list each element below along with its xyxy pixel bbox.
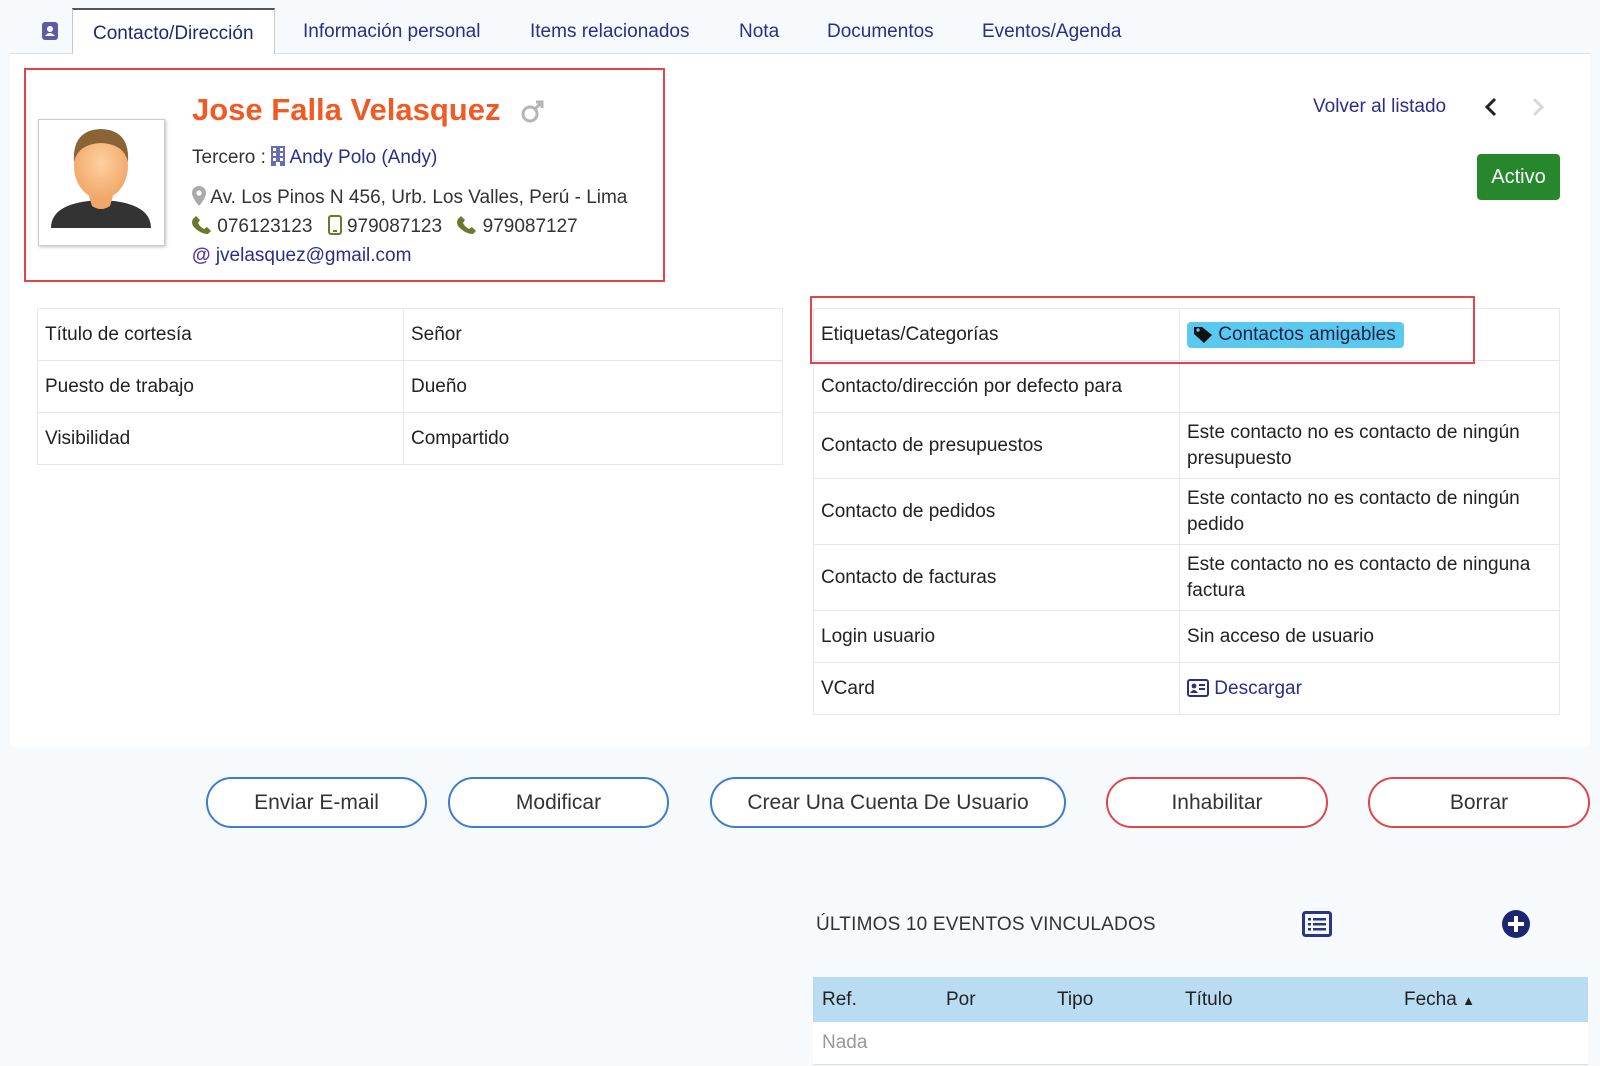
chevron-right-icon[interactable]	[1527, 96, 1547, 118]
email-link[interactable]: jvelasquez@gmail.com	[216, 245, 412, 266]
field-label: Login usuario	[813, 610, 1180, 663]
vcard-download-link[interactable]: Descargar	[1214, 678, 1302, 699]
map-marker-icon	[192, 186, 206, 206]
column-header-date[interactable]: Fecha ▲	[1395, 977, 1588, 1022]
at-icon: @	[192, 245, 211, 266]
tab-note[interactable]: Nota	[719, 8, 799, 54]
field-label: Puesto de trabajo	[37, 360, 404, 413]
tab-events-agenda[interactable]: Eventos/Agenda	[962, 8, 1141, 54]
contact-fields-table: Título de cortesía Señor Puesto de traba…	[37, 308, 783, 465]
person-silhouette-icon	[51, 129, 151, 228]
field-value: Este contacto no es contacto de ninguna …	[1179, 544, 1560, 611]
male-icon	[521, 100, 544, 123]
sort-ascending-icon: ▲	[1462, 992, 1475, 1008]
category-tag-label: Contactos amigables	[1218, 323, 1396, 345]
tab-personal-info[interactable]: Información personal	[283, 8, 500, 54]
phones-row: 076123123 979087123 979087127	[192, 215, 578, 238]
field-value: Dueño	[403, 360, 783, 413]
field-label: Contacto de pedidos	[813, 478, 1180, 545]
field-label: Etiquetas/Categorías	[813, 308, 1180, 361]
events-section-title: ÚLTIMOS 10 EVENTOS VINCULADOS	[816, 914, 1156, 935]
field-value: Contactos amigables	[1179, 308, 1560, 361]
status-badge: Activo	[1477, 154, 1560, 200]
tab-related-items[interactable]: Items relacionados	[510, 8, 709, 54]
table-row: Visibilidad Compartido	[37, 412, 783, 465]
plus-circle-icon[interactable]	[1502, 910, 1530, 938]
contact-name: Jose Falla Velasquez	[192, 92, 501, 127]
contact-links-table: Etiquetas/Categorías Contactos amigables…	[813, 308, 1560, 715]
field-value	[1179, 360, 1560, 413]
tab-contact-address[interactable]: Contacto/Dirección	[72, 8, 275, 55]
address-row: Av. Los Pinos N 456, Urb. Los Valles, Pe…	[192, 186, 627, 209]
delete-button[interactable]: Borrar	[1368, 777, 1590, 828]
email-row: @ jvelasquez@gmail.com	[192, 245, 411, 267]
send-email-button[interactable]: Enviar E-mail	[206, 777, 427, 828]
chevron-left-icon[interactable]	[1482, 96, 1502, 118]
table-row: Puesto de trabajo Dueño	[37, 360, 783, 413]
field-label: Contacto de facturas	[813, 544, 1180, 611]
field-value: Descargar	[1179, 662, 1560, 715]
modify-button[interactable]: Modificar	[448, 777, 669, 828]
column-header-type[interactable]: Tipo	[1048, 977, 1176, 1022]
field-value: Este contacto no es contacto de ningún p…	[1179, 412, 1560, 479]
column-header-by[interactable]: Por	[937, 977, 1048, 1022]
third-party-link[interactable]: Andy Polo (Andy)	[289, 147, 437, 168]
id-card-icon	[1187, 678, 1209, 697]
field-value: Sin acceso de usuario	[1179, 610, 1560, 663]
contact-card-icon	[42, 22, 58, 40]
table-row: Login usuario Sin acceso de usuario	[813, 610, 1560, 663]
phone-icon	[457, 216, 477, 234]
table-row: Título de cortesía Señor	[37, 308, 783, 361]
disable-button[interactable]: Inhabilitar	[1106, 777, 1328, 828]
address-text: Av. Los Pinos N 456, Urb. Los Valles, Pe…	[210, 187, 628, 208]
create-user-account-button[interactable]: Crear Una Cuenta De Usuario	[710, 777, 1066, 828]
column-header-date-label: Fecha	[1404, 988, 1457, 1010]
field-label: Contacto de presupuestos	[813, 412, 1180, 479]
table-row: Contacto de facturas Este contacto no es…	[813, 544, 1560, 611]
avatar	[38, 119, 165, 246]
phone-home[interactable]: 979087127	[483, 216, 578, 237]
third-party-row: Tercero : Andy Polo (Andy)	[192, 146, 437, 169]
phone-icon	[192, 216, 211, 234]
third-party-label: Tercero :	[192, 147, 266, 168]
column-header-ref[interactable]: Ref.	[813, 977, 937, 1022]
field-value: Señor	[403, 308, 783, 361]
field-label: Visibilidad	[37, 412, 404, 465]
tag-icon	[1194, 326, 1212, 343]
field-label: Contacto/dirección por defecto para	[813, 360, 1180, 413]
building-icon	[271, 146, 286, 166]
back-to-list-link[interactable]: Volver al listado	[1313, 96, 1446, 118]
table-row: Nada	[813, 1022, 1588, 1065]
category-tag[interactable]: Contactos amigables	[1187, 321, 1404, 348]
table-row: Contacto de pedidos Este contacto no es …	[813, 478, 1560, 545]
field-value: Este contacto no es contacto de ningún p…	[1179, 478, 1560, 545]
tab-documents[interactable]: Documentos	[807, 8, 954, 54]
table-row: VCard Descargar	[813, 662, 1560, 715]
column-header-title[interactable]: Título	[1176, 977, 1395, 1022]
tab-bar: Contacto/Dirección Información personal …	[10, 0, 1590, 55]
phone-mobile[interactable]: 979087123	[347, 216, 442, 237]
field-label: Título de cortesía	[37, 308, 404, 361]
phone-office[interactable]: 076123123	[217, 216, 312, 237]
field-value: Compartido	[403, 412, 783, 465]
table-row: Contacto/dirección por defecto para	[813, 360, 1560, 413]
table-row: Etiquetas/Categorías Contactos amigables	[813, 308, 1560, 361]
empty-message: Nada	[813, 1022, 1588, 1065]
mobile-icon	[327, 215, 342, 235]
field-label: VCard	[813, 662, 1180, 715]
list-icon[interactable]	[1302, 911, 1332, 937]
table-row: Contacto de presupuestos Este contacto n…	[813, 412, 1560, 479]
table-header-row: Ref. Por Tipo Título Fecha ▲	[813, 977, 1588, 1022]
events-table: Ref. Por Tipo Título Fecha ▲ Nada	[813, 977, 1588, 1065]
